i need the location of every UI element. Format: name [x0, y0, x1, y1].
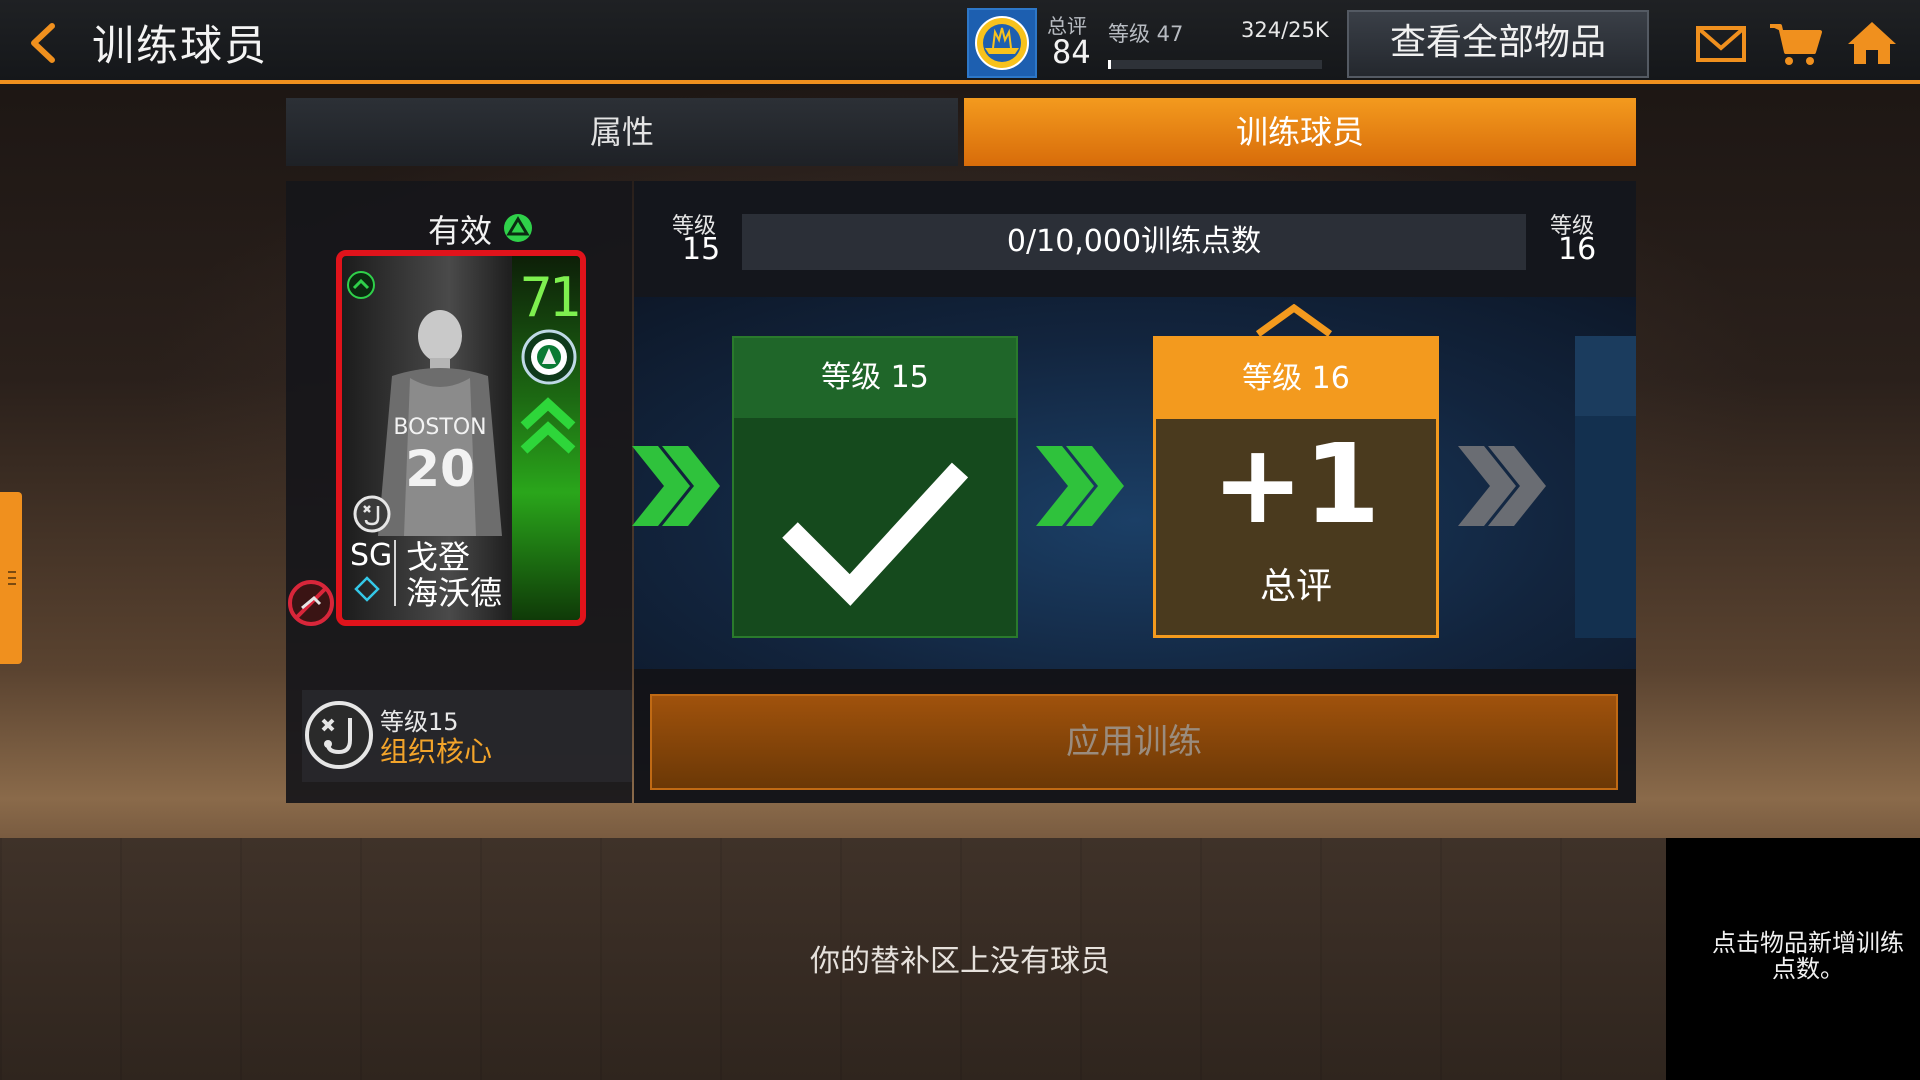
celtics-logo-icon: [520, 328, 578, 386]
overall-value: 84: [1052, 33, 1091, 71]
drawer-handle-icon: [6, 566, 18, 590]
player-card[interactable]: BOSTON 20 71 SG 戈登 海沃德: [336, 250, 586, 626]
current-level-value: 15: [682, 232, 721, 267]
card-divider: [394, 540, 396, 606]
hint-text: 点击物品新增训练点数。: [1712, 929, 1904, 983]
xp-progress-fill: [1108, 60, 1111, 69]
progress-arrow-icon: [1036, 446, 1126, 526]
reward-tile-level-16[interactable]: 等级 16 +1 总评: [1153, 336, 1439, 638]
xp-counter: 324/25K: [1241, 18, 1329, 42]
status-active-icon: [502, 212, 534, 244]
training-points-text: 0/10,000训练点数: [1006, 224, 1262, 259]
xp-progress-bar: [1108, 60, 1322, 69]
reward-tile-level-15[interactable]: 等级 15: [732, 336, 1018, 638]
player-last-name: 海沃德: [406, 574, 503, 612]
back-chevron-icon[interactable]: [22, 18, 66, 68]
playmaker-skill-icon: [302, 698, 376, 772]
player-rating: 71: [520, 266, 580, 329]
upgrade-chevrons-icon: [518, 396, 578, 454]
home-icon[interactable]: [1844, 18, 1900, 68]
unavailable-icon: [286, 578, 336, 628]
reward-tile-next-header: [1575, 336, 1636, 416]
cart-icon[interactable]: [1768, 18, 1824, 68]
page-title: 训练球员: [92, 21, 269, 70]
current-level-marker-icon: [1254, 303, 1334, 337]
apply-training-button[interactable]: 应用训练: [650, 694, 1618, 790]
progress-arrow-icon: [632, 446, 722, 526]
progress-arrow-icon: [1458, 446, 1548, 526]
reward-label: 总评: [1259, 566, 1332, 607]
next-level-value: 16: [1558, 232, 1597, 267]
diamond-icon: [354, 576, 380, 602]
tab-train-player[interactable]: 训练球员: [964, 98, 1636, 166]
reward-tile-title: 等级 16: [1156, 339, 1436, 419]
jersey-number-text: 20: [405, 440, 475, 498]
reward-value: +1: [1211, 420, 1381, 548]
bench-empty-message: 你的替补区上没有球员: [810, 944, 1110, 979]
mail-icon[interactable]: [1694, 18, 1750, 68]
reward-tile-next[interactable]: [1575, 336, 1636, 638]
skill-name: 组织核心: [380, 735, 493, 768]
checkmark-icon: [770, 450, 980, 610]
playmaker-badge-icon: [352, 494, 392, 534]
reward-tile-title: 等级 15: [734, 338, 1016, 418]
player-status-label: 有效: [428, 212, 493, 250]
account-level-label: 等级 47: [1108, 22, 1184, 46]
view-all-items-button[interactable]: 查看全部物品: [1347, 10, 1649, 78]
jersey-team-text: BOSTON: [393, 415, 486, 440]
tab-attributes[interactable]: 属性: [286, 98, 958, 166]
player-position: SG: [350, 538, 393, 573]
team-logo-icon: [967, 8, 1037, 78]
